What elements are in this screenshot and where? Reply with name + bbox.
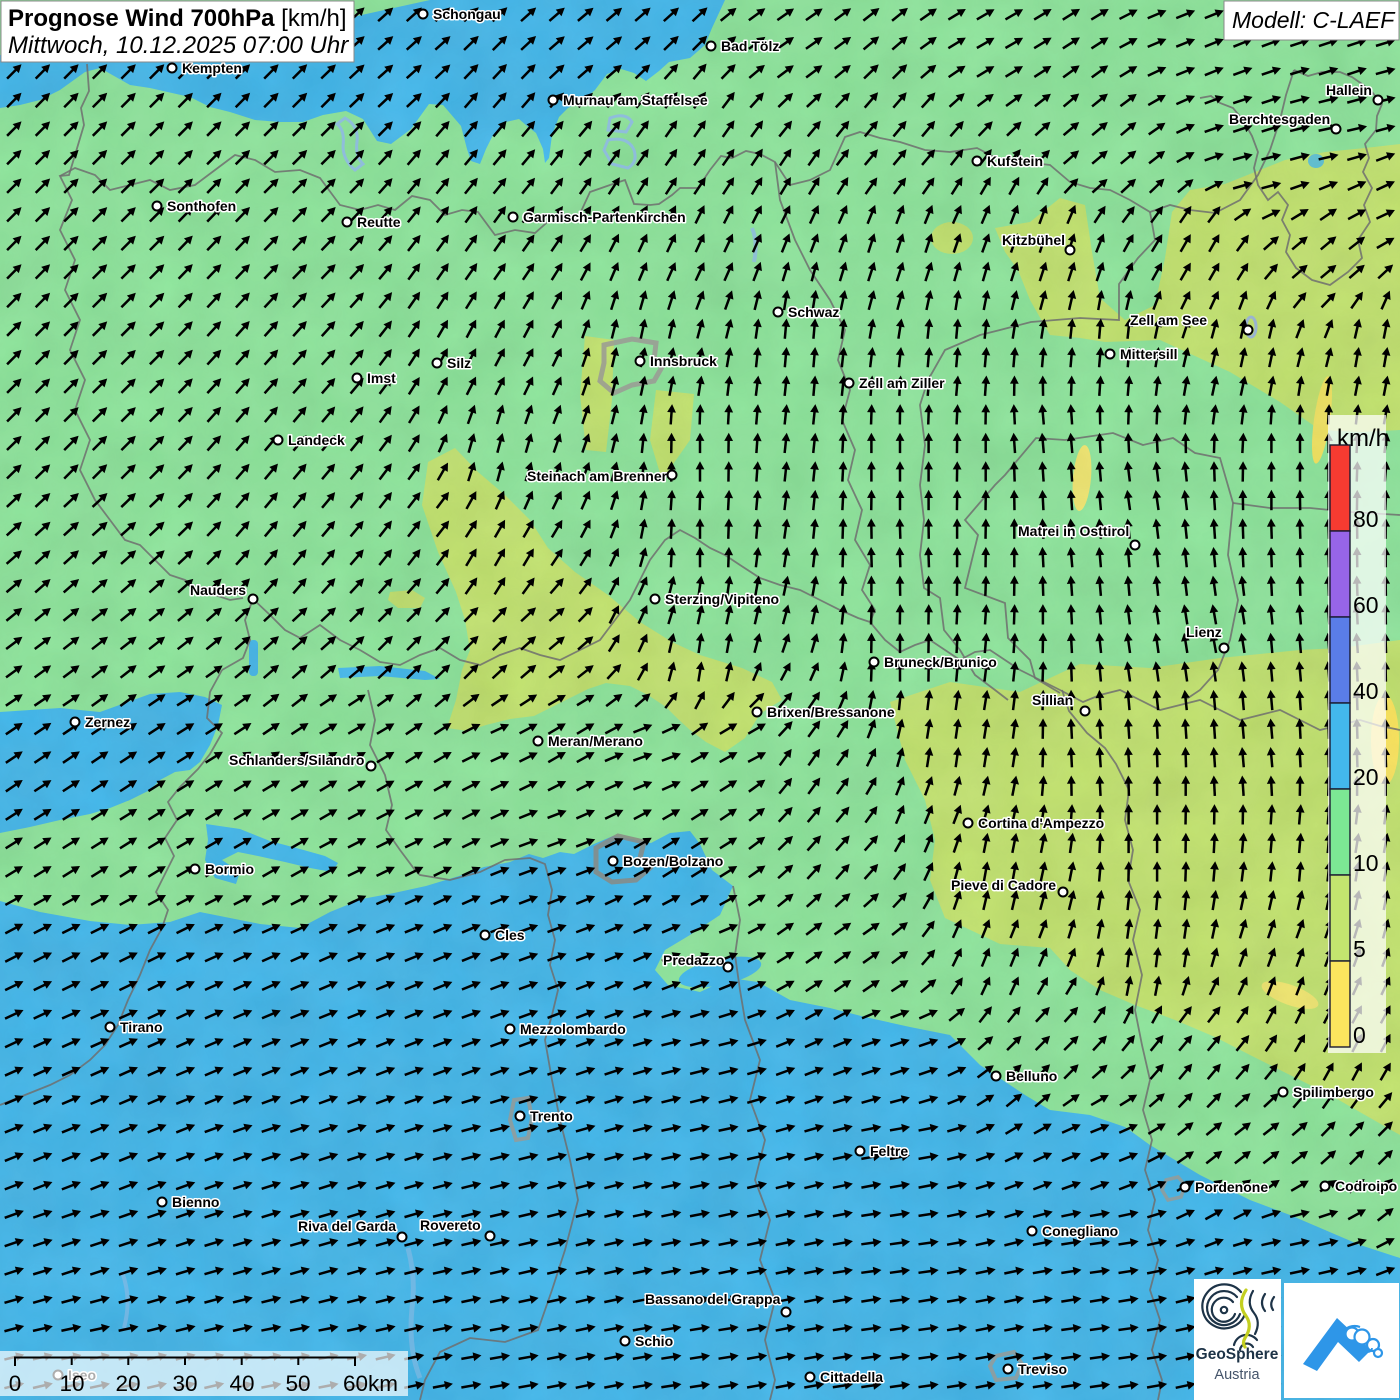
svg-text:Garmisch-Partenkirchen: Garmisch-Partenkirchen — [523, 209, 686, 225]
svg-text:20: 20 — [1353, 764, 1379, 790]
svg-text:Prognose Wind 700hPa [km/h]: Prognose Wind 700hPa [km/h] — [8, 5, 347, 32]
svg-text:Treviso: Treviso — [1018, 1361, 1067, 1377]
svg-text:Bassano del Grappa: Bassano del Grappa — [645, 1291, 781, 1307]
svg-text:Sillian: Sillian — [1032, 692, 1073, 708]
svg-text:60km: 60km — [343, 1371, 398, 1396]
svg-text:Cittadella: Cittadella — [820, 1369, 883, 1385]
svg-text:20: 20 — [115, 1371, 140, 1396]
svg-text:Schio: Schio — [635, 1333, 673, 1349]
svg-text:Pordenone: Pordenone — [1195, 1179, 1268, 1195]
svg-text:Cortina d'Ampezzo: Cortina d'Ampezzo — [978, 815, 1104, 831]
svg-text:Bormio: Bormio — [205, 861, 254, 877]
svg-text:Zernez: Zernez — [85, 714, 130, 730]
svg-text:Trento: Trento — [530, 1108, 573, 1124]
svg-text:Berchtesgaden: Berchtesgaden — [1229, 111, 1330, 127]
svg-text:Conegliano: Conegliano — [1042, 1223, 1118, 1239]
svg-text:0: 0 — [1353, 1022, 1366, 1048]
svg-text:60: 60 — [1353, 592, 1379, 618]
svg-text:Codroipo: Codroipo — [1335, 1178, 1397, 1194]
svg-text:Cles: Cles — [495, 927, 525, 943]
svg-text:Nauders: Nauders — [190, 582, 246, 598]
svg-text:50: 50 — [285, 1371, 310, 1396]
svg-text:Modell: C-LAEF: Modell: C-LAEF — [1232, 7, 1396, 33]
svg-text:Spilimbergo: Spilimbergo — [1293, 1084, 1374, 1100]
svg-text:Schongau: Schongau — [433, 6, 501, 22]
svg-text:Meran/Merano: Meran/Merano — [548, 733, 643, 749]
svg-text:GeoSphere: GeoSphere — [1196, 1346, 1279, 1363]
svg-text:Sonthofen: Sonthofen — [167, 198, 236, 214]
svg-text:Lienz: Lienz — [1186, 624, 1222, 640]
svg-text:80: 80 — [1353, 506, 1379, 532]
svg-text:Rovereto: Rovereto — [420, 1217, 481, 1233]
svg-text:40: 40 — [1353, 678, 1379, 704]
svg-text:Austria: Austria — [1214, 1367, 1260, 1383]
svg-text:Murnau am Staffelsee: Murnau am Staffelsee — [563, 92, 708, 108]
svg-text:Mittwoch, 10.12.2025 07:00 Uhr: Mittwoch, 10.12.2025 07:00 Uhr — [8, 32, 349, 59]
svg-text:Sterzing/Vipiteno: Sterzing/Vipiteno — [665, 591, 779, 607]
svg-text:Innsbruck: Innsbruck — [650, 353, 717, 369]
svg-text:Imst: Imst — [367, 370, 396, 386]
svg-text:Bienno: Bienno — [172, 1194, 219, 1210]
svg-text:Steinach am Brenner: Steinach am Brenner — [527, 468, 668, 484]
svg-text:Schwaz: Schwaz — [788, 304, 839, 320]
svg-text:Riva del Garda: Riva del Garda — [298, 1218, 396, 1234]
svg-text:Matrei in Osttirol: Matrei in Osttirol — [1018, 523, 1129, 539]
svg-text:Brixen/Bressanone: Brixen/Bressanone — [767, 704, 895, 720]
svg-text:Zell am See: Zell am See — [1130, 312, 1207, 328]
svg-text:Bad Tölz: Bad Tölz — [721, 38, 779, 54]
svg-text:Zell am Ziller: Zell am Ziller — [859, 375, 945, 391]
svg-text:30: 30 — [172, 1371, 197, 1396]
svg-text:5: 5 — [1353, 936, 1366, 962]
svg-text:Mittersill: Mittersill — [1120, 346, 1178, 362]
svg-text:Tirano: Tirano — [120, 1019, 163, 1035]
svg-text:Landeck: Landeck — [288, 432, 345, 448]
svg-text:Pieve di Cadore: Pieve di Cadore — [951, 877, 1056, 893]
svg-text:0: 0 — [9, 1371, 22, 1396]
svg-text:Kufstein: Kufstein — [987, 153, 1043, 169]
svg-text:Schlanders/Silandro: Schlanders/Silandro — [229, 752, 364, 768]
svg-text:Feltre: Feltre — [870, 1143, 908, 1159]
svg-text:40: 40 — [229, 1371, 254, 1396]
svg-text:Belluno: Belluno — [1006, 1068, 1057, 1084]
svg-text:Mezzolombardo: Mezzolombardo — [520, 1021, 626, 1037]
svg-text:Bruneck/Brunico: Bruneck/Brunico — [884, 654, 997, 670]
svg-text:Silz: Silz — [447, 355, 471, 371]
svg-text:Predazzo: Predazzo — [663, 952, 724, 968]
svg-text:10: 10 — [1353, 850, 1379, 876]
svg-text:Kitzbühel: Kitzbühel — [1002, 232, 1065, 248]
svg-text:Reutte: Reutte — [357, 214, 401, 230]
svg-text:Hallein: Hallein — [1326, 82, 1372, 98]
svg-text:10: 10 — [59, 1371, 84, 1396]
svg-text:Bozen/Bolzano: Bozen/Bolzano — [623, 853, 723, 869]
